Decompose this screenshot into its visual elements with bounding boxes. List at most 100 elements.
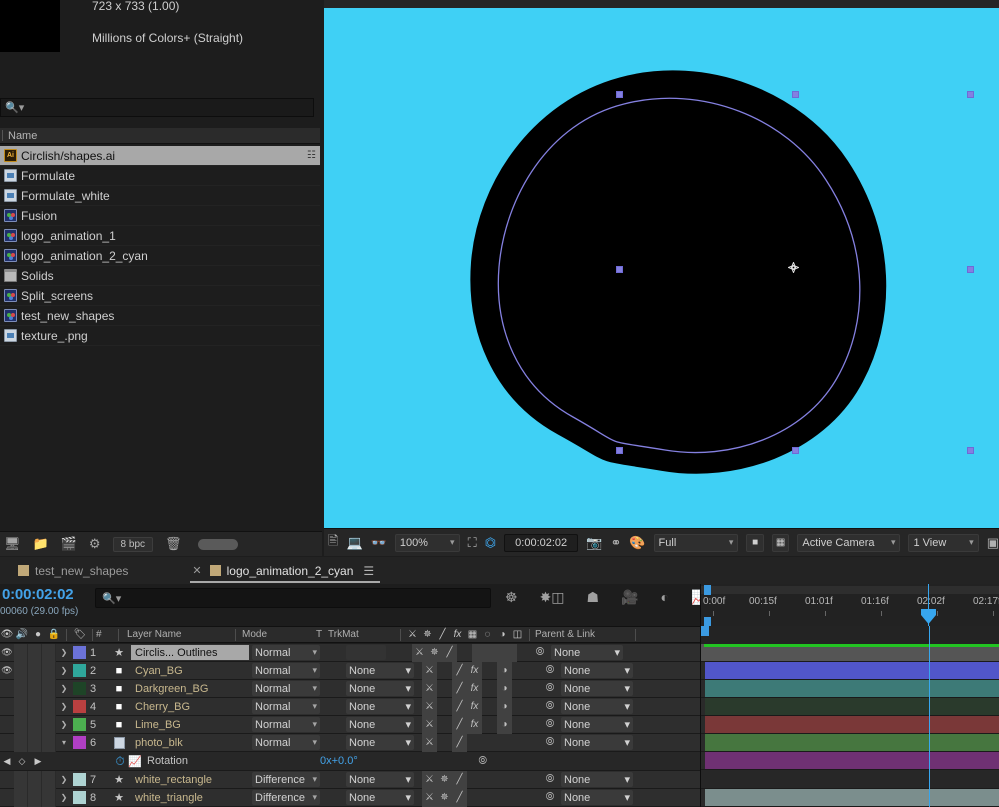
video-toggle[interactable]: [0, 680, 14, 698]
main-viewer-icon[interactable]: ■: [746, 533, 764, 552]
camera-view-dropdown[interactable]: Active Camera ▾: [797, 533, 901, 552]
effects-icon[interactable]: [467, 734, 482, 752]
trkmat-dropdown[interactable]: None ▾: [346, 735, 414, 750]
table-row[interactable]: 👁 ❯ 2 ■ Cyan_BG Normal ▾ None ▾ ⚔ ╱ fx ◑…: [0, 661, 700, 680]
frame-blend-icon[interactable]: [482, 789, 497, 807]
parent-dropdown[interactable]: None ▾: [561, 790, 633, 805]
composition-canvas[interactable]: [324, 8, 999, 528]
audio-toggle[interactable]: [14, 679, 28, 698]
layer-name[interactable]: white_rectangle: [131, 772, 249, 787]
lock-toggle[interactable]: [42, 697, 56, 716]
parent-dropdown[interactable]: None ▾: [561, 663, 633, 678]
project-item-circlish-shapes[interactable]: Ai Circlish/shapes.ai ☷: [0, 146, 320, 166]
motion-blur-icon[interactable]: ◑: [497, 661, 512, 680]
label-color-swatch[interactable]: [72, 789, 87, 807]
trkmat-dropdown[interactable]: None ▾: [346, 681, 414, 696]
solo-toggle[interactable]: [28, 715, 42, 734]
blend-mode-dropdown[interactable]: Normal ▾: [252, 717, 320, 732]
parent-pick-whip-icon[interactable]: ⦾: [539, 789, 561, 807]
project-item-solids[interactable]: Solids: [0, 266, 320, 286]
collapse-transform-icon[interactable]: ✵: [437, 788, 452, 807]
tab-logo-animation-2-cyan[interactable]: ✕ logo_animation_2_cyan ☰: [184, 558, 382, 584]
video-toggle[interactable]: [0, 789, 14, 807]
lock-toggle[interactable]: [42, 661, 56, 680]
video-toggle[interactable]: 👁: [0, 644, 14, 662]
shy-icon[interactable]: ⚔: [422, 715, 437, 734]
project-search-input[interactable]: 🔍▾: [0, 98, 314, 117]
parent-dropdown[interactable]: None ▾: [561, 735, 633, 750]
parent-pick-whip-icon[interactable]: ⦾: [539, 771, 561, 789]
anchor-point-icon[interactable]: [788, 262, 799, 273]
label-color-swatch[interactable]: [72, 680, 87, 698]
label-color-swatch[interactable]: [72, 644, 87, 662]
frame-blending-icon[interactable]: 🎥: [621, 589, 638, 606]
region-of-interest-icon[interactable]: ⛶: [468, 535, 477, 551]
layer-name[interactable]: photo_blk: [131, 735, 249, 750]
lock-toggle[interactable]: [42, 679, 56, 698]
quality-icon[interactable]: ╱: [452, 697, 467, 716]
view-layout-dropdown[interactable]: 1 View ▾: [908, 533, 979, 552]
selection-handle-top-center[interactable]: [792, 91, 799, 98]
toggle-transparency-grid-icon[interactable]: ▦: [771, 533, 790, 552]
selection-handle-middle-left[interactable]: [616, 266, 623, 273]
trkmat-dropdown[interactable]: None ▾: [346, 790, 414, 805]
track-row-layer-3[interactable]: [701, 698, 999, 716]
video-toggle[interactable]: 👁: [0, 662, 14, 680]
adjustment-layer-icon[interactable]: [512, 734, 527, 752]
frame-blend-icon[interactable]: [482, 698, 497, 716]
take-snapshot-icon[interactable]: 📷: [586, 535, 602, 551]
zoom-level-dropdown[interactable]: 100% ▾: [394, 533, 460, 552]
layer-name[interactable]: Lime_BG: [131, 717, 249, 732]
trkmat-dropdown[interactable]: None ▾: [346, 699, 414, 714]
table-row[interactable]: ▾ 6 photo_blk Normal ▾ None ▾ ⚔ ╱ ⦾ None…: [0, 733, 700, 752]
layer-name[interactable]: Cherry_BG: [131, 699, 249, 714]
pixel-aspect-correction-icon[interactable]: ▣: [987, 535, 999, 551]
audio-toggle[interactable]: [14, 697, 28, 716]
selection-handle-bottom-right[interactable]: [967, 447, 974, 454]
effects-icon[interactable]: fx: [467, 661, 482, 680]
frame-blend-icon[interactable]: [482, 771, 497, 789]
project-item-logo-animation-1[interactable]: logo_animation_1: [0, 226, 320, 246]
trkmat-dropdown[interactable]: None ▾: [346, 772, 414, 787]
work-area-end-handle[interactable]: [704, 617, 711, 626]
label-color-swatch[interactable]: [72, 734, 87, 752]
shy-icon[interactable]: ⚔: [422, 679, 437, 698]
new-folder-icon[interactable]: 📁: [33, 536, 49, 552]
track-row-layer-2[interactable]: [701, 680, 999, 698]
effects-icon[interactable]: fx: [467, 715, 482, 734]
blend-mode-dropdown[interactable]: Normal ▾: [252, 699, 320, 714]
trkmat-dropdown[interactable]: None ▾: [346, 717, 414, 732]
collapse-transform-icon[interactable]: ✵: [437, 770, 452, 789]
graph-editor-curve-icon[interactable]: 📈: [127, 755, 143, 768]
adjustment-layer-icon[interactable]: [512, 789, 527, 807]
track-row-layer-7[interactable]: [701, 789, 999, 807]
lock-toggle[interactable]: [42, 715, 56, 734]
blend-mode-dropdown[interactable]: Normal ▾: [252, 681, 320, 696]
project-settings-icon[interactable]: ⚙: [89, 536, 101, 552]
frame-blend-icon[interactable]: [482, 662, 497, 680]
quality-icon[interactable]: ╱: [452, 679, 467, 698]
effects-icon[interactable]: [457, 644, 472, 662]
table-row[interactable]: ❯ 3 ■ Darkgreen_BG Normal ▾ None ▾ ⚔ ╱ fx …: [0, 679, 700, 698]
parent-pick-whip-icon[interactable]: ⦾: [539, 698, 561, 716]
shy-icon[interactable]: ⚔: [422, 788, 437, 807]
collapse-transform-icon[interactable]: [437, 716, 452, 734]
timeline-track-area[interactable]: [700, 626, 999, 807]
table-row[interactable]: ❯ 5 ■ Lime_BG Normal ▾ None ▾ ⚔ ╱ fx ◑ ⦾: [0, 715, 700, 734]
project-item-texture-png[interactable]: texture_.png: [0, 326, 320, 346]
comp-current-time[interactable]: 0:00:02:02: [504, 533, 579, 552]
selection-handle-middle-right[interactable]: [967, 266, 974, 273]
table-row[interactable]: 👁 ❯ 1 ★ Circlis... Outlines Normal ▾ ⚔ ✵ …: [0, 643, 700, 662]
playhead-marker-icon[interactable]: [921, 609, 936, 624]
selection-handle-bottom-center[interactable]: [792, 447, 799, 454]
layer-bar[interactable]: [705, 680, 999, 697]
lock-toggle[interactable]: [42, 733, 56, 752]
video-toggle[interactable]: [0, 716, 14, 734]
property-row-rotation[interactable]: ◀ ◇ ▶ ⏱ 📈 Rotation 0x+0.0° ⦾: [0, 752, 700, 771]
audio-toggle[interactable]: [14, 733, 28, 752]
lock-toggle[interactable]: [42, 770, 56, 789]
timeline-search-input[interactable]: 🔍▾: [95, 588, 491, 608]
shy-icon[interactable]: ⚔: [412, 643, 427, 662]
3d-glasses-icon[interactable]: 👓: [371, 535, 387, 551]
solo-toggle[interactable]: [28, 643, 42, 662]
